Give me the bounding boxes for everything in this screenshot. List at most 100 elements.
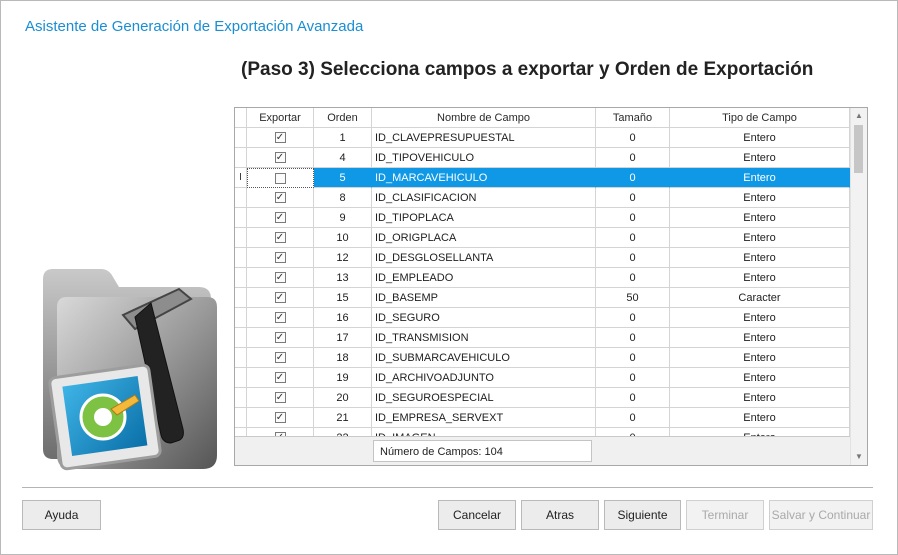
header-size[interactable]: Tamaño bbox=[596, 108, 670, 128]
row-indicator[interactable] bbox=[235, 208, 247, 228]
table-row[interactable]: ✓ 1 ID_CLAVEPRESUPUESTAL 0 Entero bbox=[235, 128, 850, 148]
field-name-cell[interactable]: ID_BASEMP bbox=[372, 288, 596, 308]
field-type-cell[interactable]: Entero bbox=[670, 388, 850, 408]
order-cell[interactable]: 17 bbox=[314, 328, 372, 348]
field-type-cell[interactable]: Entero bbox=[670, 128, 850, 148]
field-name-cell[interactable]: ID_ORIGPLACA bbox=[372, 228, 596, 248]
field-name-cell[interactable]: ID_MARCAVEHICULO bbox=[372, 168, 596, 188]
export-checkbox[interactable]: ✓ bbox=[274, 151, 286, 163]
table-row[interactable]: ✓ 13 ID_EMPLEADO 0 Entero bbox=[235, 268, 850, 288]
field-name-cell[interactable]: ID_TIPOVEHICULO bbox=[372, 148, 596, 168]
field-name-cell[interactable]: ID_TIPOPLACA bbox=[372, 208, 596, 228]
size-cell[interactable]: 0 bbox=[596, 268, 670, 288]
field-name-cell[interactable]: ID_DESGLOSELLANTA bbox=[372, 248, 596, 268]
table-row[interactable]: ✓ 18 ID_SUBMARCAVEHICULO 0 Entero bbox=[235, 348, 850, 368]
next-button[interactable]: Siguiente bbox=[604, 500, 681, 530]
export-checkbox[interactable]: ✓ bbox=[274, 291, 286, 303]
export-checkbox[interactable]: ✓ bbox=[274, 391, 286, 403]
header-order[interactable]: Orden bbox=[314, 108, 372, 128]
field-name-cell[interactable]: ID_CLAVEPRESUPUESTAL bbox=[372, 128, 596, 148]
size-cell[interactable]: 0 bbox=[596, 348, 670, 368]
order-cell[interactable]: 16 bbox=[314, 308, 372, 328]
export-checkbox[interactable]: ✓ bbox=[274, 131, 286, 143]
field-type-cell[interactable]: Entero bbox=[670, 328, 850, 348]
table-row[interactable]: I 5 ID_MARCAVEHICULO 0 Entero bbox=[235, 168, 850, 188]
field-name-cell[interactable]: ID_EMPLEADO bbox=[372, 268, 596, 288]
scrollbar-thumb[interactable] bbox=[854, 125, 863, 173]
row-indicator[interactable] bbox=[235, 148, 247, 168]
order-cell[interactable]: 15 bbox=[314, 288, 372, 308]
order-cell[interactable]: 12 bbox=[314, 248, 372, 268]
fields-grid[interactable]: Exportar Orden Nombre de Campo Tamaño Ti… bbox=[234, 107, 868, 466]
field-type-cell[interactable]: Entero bbox=[670, 148, 850, 168]
scroll-down-arrow-icon[interactable]: ▼ bbox=[851, 449, 867, 465]
field-type-cell[interactable]: Entero bbox=[670, 208, 850, 228]
size-cell[interactable]: 0 bbox=[596, 168, 670, 188]
size-cell[interactable]: 0 bbox=[596, 228, 670, 248]
vertical-scrollbar[interactable]: ▲ ▼ bbox=[850, 108, 867, 465]
order-cell[interactable]: 19 bbox=[314, 368, 372, 388]
table-row[interactable]: ✓ 10 ID_ORIGPLACA 0 Entero bbox=[235, 228, 850, 248]
field-type-cell[interactable]: Entero bbox=[670, 308, 850, 328]
cancel-button[interactable]: Cancelar bbox=[438, 500, 516, 530]
table-row[interactable]: ✓ 15 ID_BASEMP 50 Caracter bbox=[235, 288, 850, 308]
row-indicator[interactable] bbox=[235, 388, 247, 408]
row-indicator[interactable] bbox=[235, 188, 247, 208]
field-name-cell[interactable]: ID_CLASIFICACION bbox=[372, 188, 596, 208]
row-indicator[interactable] bbox=[235, 228, 247, 248]
size-cell[interactable]: 0 bbox=[596, 248, 670, 268]
field-type-cell[interactable]: Caracter bbox=[670, 288, 850, 308]
field-name-cell[interactable]: ID_SEGUROESPECIAL bbox=[372, 388, 596, 408]
size-cell[interactable]: 0 bbox=[596, 188, 670, 208]
order-cell[interactable]: 4 bbox=[314, 148, 372, 168]
export-checkbox[interactable]: ✓ bbox=[274, 411, 286, 423]
field-type-cell[interactable]: Entero bbox=[670, 188, 850, 208]
field-name-cell[interactable]: ID_ARCHIVOADJUNTO bbox=[372, 368, 596, 388]
field-name-cell[interactable]: ID_EMPRESA_SERVEXT bbox=[372, 408, 596, 428]
row-indicator[interactable] bbox=[235, 368, 247, 388]
size-cell[interactable]: 0 bbox=[596, 388, 670, 408]
row-indicator[interactable] bbox=[235, 268, 247, 288]
help-button[interactable]: Ayuda bbox=[22, 500, 101, 530]
order-cell[interactable]: 20 bbox=[314, 388, 372, 408]
export-checkbox[interactable]: ✓ bbox=[274, 211, 286, 223]
order-cell[interactable]: 13 bbox=[314, 268, 372, 288]
table-row[interactable]: ✓ 17 ID_TRANSMISION 0 Entero bbox=[235, 328, 850, 348]
header-field-type[interactable]: Tipo de Campo bbox=[670, 108, 850, 128]
export-checkbox[interactable]: ✓ bbox=[274, 351, 286, 363]
size-cell[interactable]: 0 bbox=[596, 328, 670, 348]
header-export[interactable]: Exportar bbox=[247, 108, 314, 128]
row-indicator[interactable]: I bbox=[235, 168, 247, 188]
size-cell[interactable]: 0 bbox=[596, 128, 670, 148]
export-checkbox[interactable]: ✓ bbox=[274, 251, 286, 263]
table-row[interactable]: ✓ 4 ID_TIPOVEHICULO 0 Entero bbox=[235, 148, 850, 168]
order-cell[interactable]: 8 bbox=[314, 188, 372, 208]
size-cell[interactable]: 0 bbox=[596, 308, 670, 328]
size-cell[interactable]: 0 bbox=[596, 208, 670, 228]
table-row[interactable]: ✓ 21 ID_EMPRESA_SERVEXT 0 Entero bbox=[235, 408, 850, 428]
table-row[interactable]: ✓ 12 ID_DESGLOSELLANTA 0 Entero bbox=[235, 248, 850, 268]
field-type-cell[interactable]: Entero bbox=[670, 368, 850, 388]
export-checkbox[interactable] bbox=[275, 172, 286, 184]
finish-button[interactable]: Terminar bbox=[686, 500, 764, 530]
row-indicator[interactable] bbox=[235, 308, 247, 328]
field-type-cell[interactable]: Entero bbox=[670, 268, 850, 288]
scroll-up-arrow-icon[interactable]: ▲ bbox=[851, 108, 867, 124]
order-cell[interactable]: 10 bbox=[314, 228, 372, 248]
export-checkbox[interactable]: ✓ bbox=[274, 311, 286, 323]
export-checkbox[interactable]: ✓ bbox=[274, 191, 286, 203]
table-row[interactable]: ✓ 16 ID_SEGURO 0 Entero bbox=[235, 308, 850, 328]
field-type-cell[interactable]: Entero bbox=[670, 408, 850, 428]
table-row[interactable]: ✓ 9 ID_TIPOPLACA 0 Entero bbox=[235, 208, 850, 228]
table-row[interactable]: ✓ 8 ID_CLASIFICACION 0 Entero bbox=[235, 188, 850, 208]
field-type-cell[interactable]: Entero bbox=[670, 348, 850, 368]
order-cell[interactable]: 18 bbox=[314, 348, 372, 368]
export-checkbox[interactable]: ✓ bbox=[274, 271, 286, 283]
field-type-cell[interactable]: Entero bbox=[670, 248, 850, 268]
back-button[interactable]: Atras bbox=[521, 500, 599, 530]
export-checkbox[interactable]: ✓ bbox=[274, 231, 286, 243]
size-cell[interactable]: 0 bbox=[596, 408, 670, 428]
order-cell[interactable]: 1 bbox=[314, 128, 372, 148]
header-field-name[interactable]: Nombre de Campo bbox=[372, 108, 596, 128]
order-cell[interactable]: 9 bbox=[314, 208, 372, 228]
